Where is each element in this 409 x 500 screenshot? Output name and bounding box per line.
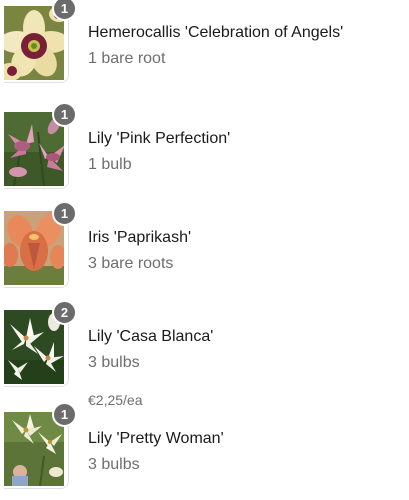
product-quantity: 3 bulbs <box>88 354 140 371</box>
product-name[interactable]: Lily 'Pink Perfection' <box>88 130 230 148</box>
cart-item[interactable]: 1 Lily 'Pink Perfection' 1 bulb <box>0 102 409 192</box>
product-name[interactable]: Hemerocallis 'Celebration of Angels' <box>88 24 343 42</box>
product-name[interactable]: Lily 'Pretty Woman' <box>88 430 224 448</box>
product-quantity: 3 bulbs <box>88 456 140 473</box>
cart-item[interactable]: 1 Hemerocallis 'Celebration of Angels' 1… <box>0 0 409 86</box>
cart-item[interactable]: 1 Iris 'Paprikash' 3 bare roots <box>0 201 409 291</box>
product-quantity: 1 bulb <box>88 156 132 173</box>
cart-item[interactable]: 1 Lily 'Pretty Woman' 3 bulbs <box>0 402 409 492</box>
cart-item-list: 1 Hemerocallis 'Celebration of Angels' 1… <box>0 0 409 500</box>
unit-price: €2,25/ea <box>88 392 143 408</box>
product-name[interactable]: Iris 'Paprikash' <box>88 229 191 247</box>
quantity-badge: 1 <box>52 402 77 427</box>
quantity-badge: 1 <box>52 201 77 226</box>
quantity-badge: 1 <box>52 0 77 21</box>
quantity-badge: 2 <box>52 300 77 325</box>
product-name[interactable]: Lily 'Casa Blanca' <box>88 328 213 346</box>
cart-item[interactable]: 2 Lily 'Casa Blanca' 3 bulbs €2,25/ea <box>0 300 409 408</box>
quantity-badge: 1 <box>52 102 77 127</box>
product-quantity: 1 bare root <box>88 50 166 67</box>
product-quantity: 3 bare roots <box>88 255 174 272</box>
